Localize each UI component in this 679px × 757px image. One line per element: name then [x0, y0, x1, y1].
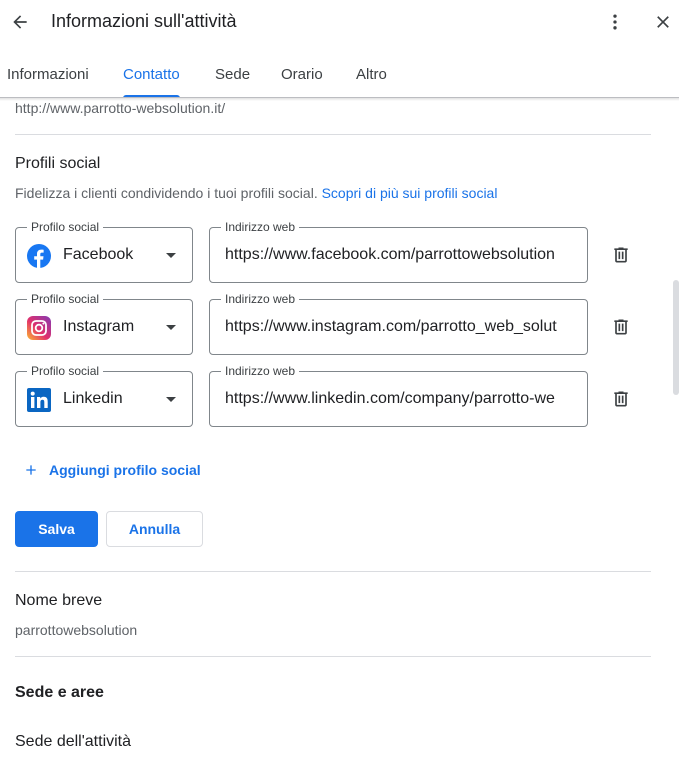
back-button[interactable] — [6, 8, 34, 36]
dropdown-arrow-icon — [166, 325, 176, 330]
scrollbar-thumb[interactable] — [673, 280, 679, 395]
short-name-title: Nome breve — [15, 592, 103, 609]
tab-orario[interactable]: Orario — [281, 52, 323, 98]
social-description-text: Fidelizza i clienti condividendo i tuoi … — [15, 185, 318, 201]
instagram-icon — [27, 316, 51, 340]
social-url-field[interactable]: Indirizzo web https://www.instagram.com/… — [209, 292, 588, 355]
social-profile-row: Profilo social Facebook Indirizzo web ht… — [15, 220, 645, 283]
tab-contatto[interactable]: Contatto — [123, 52, 180, 98]
social-network-select[interactable]: Profilo social Linkedin — [15, 364, 193, 427]
page-title: Informazioni sull'attività — [51, 11, 237, 31]
trash-icon — [614, 319, 628, 335]
linkedin-icon — [27, 388, 51, 412]
delete-profile-button[interactable] — [608, 385, 634, 413]
facebook-icon — [27, 244, 51, 268]
social-section-title: Profili social — [15, 155, 101, 172]
social-network-name: Instagram — [63, 318, 135, 335]
social-profile-row: Profilo social Linkedin Indirizzo web ht… — [15, 364, 645, 427]
location-section-title: Sede e aree — [15, 684, 104, 701]
tab-altro[interactable]: Altro — [356, 52, 387, 98]
tab-bar: Informazioni Contatto Sede Orario Altro — [0, 52, 679, 98]
cancel-button[interactable]: Annulla — [106, 511, 203, 547]
plus-icon — [26, 465, 36, 475]
close-button[interactable] — [650, 8, 676, 36]
trash-icon — [614, 391, 628, 407]
social-url-value[interactable]: https://www.instagram.com/parrotto_web_s… — [225, 318, 577, 336]
social-url-field[interactable]: Indirizzo web https://www.facebook.com/p… — [209, 220, 588, 283]
social-learn-more-link[interactable]: Scopri di più sui profili social — [322, 185, 498, 201]
social-network-select[interactable]: Profilo social Facebook — [15, 220, 193, 283]
delete-profile-button[interactable] — [608, 241, 634, 269]
divider — [15, 571, 651, 572]
social-description: Fidelizza i clienti condividendo i tuoi … — [15, 185, 497, 201]
social-network-select[interactable]: Profilo social Instagram — [15, 292, 193, 355]
add-social-profile-label: Aggiungi profilo social — [49, 462, 201, 478]
social-select-label: Profilo social — [27, 292, 104, 306]
website-value: http://www.parrotto-websolution.it/ — [15, 100, 226, 116]
social-url-label: Indirizzo web — [221, 220, 300, 234]
trash-icon — [614, 247, 628, 263]
arrow-back-icon — [13, 15, 27, 29]
location-subtitle: Sede dell'attività — [15, 733, 132, 750]
close-icon — [657, 16, 669, 28]
social-select-label: Profilo social — [27, 364, 104, 378]
divider — [15, 656, 651, 657]
social-url-label: Indirizzo web — [221, 364, 300, 378]
divider — [15, 134, 651, 135]
social-url-value[interactable]: https://www.linkedin.com/company/parrott… — [225, 390, 577, 408]
short-name-value: parrottowebsolution — [15, 622, 138, 638]
social-select-label: Profilo social — [27, 220, 104, 234]
tab-informazioni[interactable]: Informazioni — [7, 52, 89, 98]
more-vert-icon — [613, 14, 617, 30]
app-header: Informazioni sull'attività — [0, 0, 679, 44]
dropdown-arrow-icon — [166, 253, 176, 258]
more-options-button[interactable] — [602, 8, 628, 36]
add-social-profile-button[interactable]: Aggiungi profilo social — [23, 459, 201, 481]
social-network-name: Facebook — [63, 246, 134, 263]
social-network-name: Linkedin — [63, 390, 123, 407]
social-url-value[interactable]: https://www.facebook.com/parrottowebsolu… — [225, 246, 577, 264]
save-button[interactable]: Salva — [15, 511, 98, 547]
social-url-field[interactable]: Indirizzo web https://www.linkedin.com/c… — [209, 364, 588, 427]
social-profile-row: Profilo social Instagram Indirizzo web h… — [15, 292, 645, 355]
dropdown-arrow-icon — [166, 397, 176, 402]
delete-profile-button[interactable] — [608, 313, 634, 341]
social-url-label: Indirizzo web — [221, 292, 300, 306]
tab-sede[interactable]: Sede — [215, 52, 250, 98]
